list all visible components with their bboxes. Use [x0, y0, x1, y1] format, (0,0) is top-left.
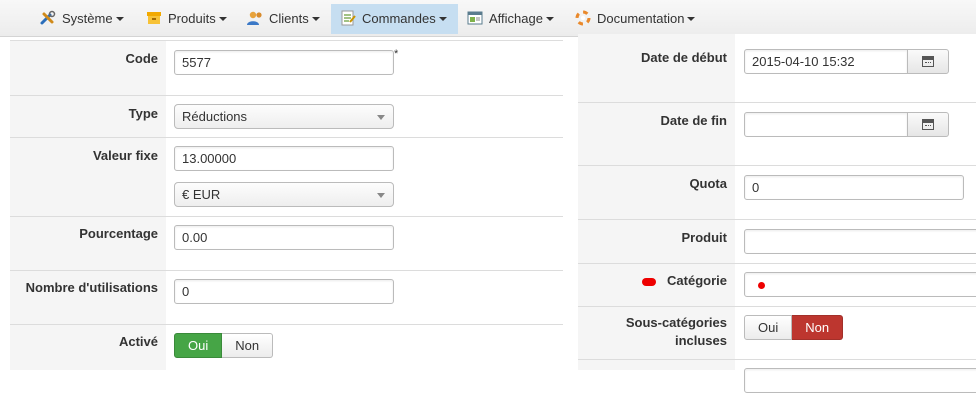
next-row-input[interactable] — [744, 368, 976, 393]
chevron-down-icon — [438, 17, 447, 21]
date-debut-input[interactable]: 2015-04-10 15:32 — [744, 49, 908, 74]
menu-affichage[interactable]: Affichage — [460, 4, 562, 34]
menu-systeme[interactable]: Système — [33, 4, 132, 34]
sous-categories-label-line1: Sous-catégories — [625, 315, 727, 330]
users-icon — [247, 11, 262, 25]
quota-input[interactable]: 0 — [744, 175, 964, 200]
next-row-partial — [578, 360, 976, 393]
tools-icon — [40, 10, 56, 25]
categorie-label: Catégorie — [667, 273, 727, 288]
menu-clients[interactable]: Clients — [240, 4, 328, 34]
type-select[interactable]: Réductions — [174, 104, 394, 129]
menu-produits[interactable]: Produits — [139, 4, 235, 34]
coupon-form-left: Code 5577 * Type Réductions Valeur fixe … — [10, 40, 563, 370]
chevron-down-icon — [311, 17, 320, 21]
menu-produits-label: Produits — [168, 11, 216, 26]
produit-label: Produit — [681, 230, 728, 245]
sous-categories-label-line2: incluses — [674, 333, 727, 348]
type-select-value: Réductions — [182, 109, 248, 124]
sous-categories-toggle: Oui Non — [744, 315, 844, 340]
produit-input[interactable] — [744, 229, 976, 254]
chevron-down-icon — [545, 17, 554, 21]
date-debut-calendar-button[interactable] — [907, 49, 949, 74]
type-label: Type — [128, 106, 158, 121]
menu-systeme-label: Système — [62, 11, 113, 26]
date-debut-label: Date de début — [641, 50, 727, 65]
quota-row: Quota 0 — [578, 166, 976, 220]
required-pill-icon — [642, 278, 656, 286]
chevron-down-icon — [115, 17, 124, 21]
pourcentage-row: Pourcentage 0.00 — [10, 217, 563, 271]
pourcentage-label: Pourcentage — [79, 226, 158, 241]
active-toggle: Oui Non — [174, 333, 274, 358]
date-fin-calendar-button[interactable] — [907, 112, 949, 137]
date-debut-row: Date de début 2015-04-10 15:32 — [578, 34, 976, 103]
currency-select-value: € EUR — [182, 187, 221, 202]
chevron-down-icon — [218, 17, 227, 21]
menu-commandes-label: Commandes — [362, 11, 436, 26]
currency-select[interactable]: € EUR — [174, 182, 394, 207]
menu-documentation-label: Documentation — [597, 11, 685, 26]
pourcentage-input[interactable]: 0.00 — [174, 225, 394, 250]
date-fin-input[interactable] — [744, 112, 908, 137]
valeur-fixe-input[interactable]: 13.00000 — [174, 146, 394, 171]
menu-documentation[interactable]: Documentation — [568, 4, 703, 34]
produit-row: Produit — [578, 220, 976, 264]
nombre-utilisations-row: Nombre d'utilisations 0 — [10, 271, 563, 325]
dropdown-arrow-icon — [377, 193, 385, 198]
sous-categories-row: Sous-catégories incluses Oui Non — [578, 307, 976, 360]
active-no-button[interactable]: Non — [222, 333, 274, 358]
required-marker: * — [394, 48, 399, 60]
sous-categories-no-button[interactable]: Non — [792, 315, 844, 340]
valeur-fixe-row: Valeur fixe 13.00000 € EUR — [10, 138, 563, 217]
box-icon — [147, 12, 161, 24]
active-row: Activé Oui Non — [10, 325, 563, 371]
top-menu-bar: Système Produits Clients Commandes Affic… — [0, 0, 976, 37]
sous-categories-yes-button[interactable]: Oui — [744, 315, 793, 340]
lifebuoy-icon — [575, 10, 591, 26]
type-row: Type Réductions — [10, 96, 563, 138]
active-label: Activé — [118, 334, 158, 349]
sous-categories-label: Sous-catégories incluses — [626, 314, 727, 350]
calendar-icon — [922, 56, 934, 67]
chevron-down-icon — [687, 17, 696, 21]
active-yes-button[interactable]: Oui — [174, 333, 223, 358]
code-row: Code 5577 * — [10, 41, 563, 96]
categorie-row: Catégorie — [578, 264, 976, 307]
code-input[interactable]: 5577 — [174, 50, 394, 75]
nombre-utilisations-label: Nombre d'utilisations — [25, 280, 158, 295]
menu-clients-label: Clients — [269, 11, 309, 26]
date-fin-row: Date de fin — [578, 103, 976, 166]
code-label: Code — [125, 51, 159, 66]
date-fin-label: Date de fin — [660, 113, 727, 128]
categorie-input[interactable] — [744, 272, 976, 297]
display-icon — [467, 11, 483, 25]
orders-icon — [341, 10, 356, 26]
menu-commandes[interactable]: Commandes — [331, 4, 458, 34]
quota-label: Quota — [689, 176, 727, 191]
dropdown-arrow-icon — [377, 115, 385, 120]
nombre-utilisations-input[interactable]: 0 — [174, 279, 394, 304]
coupon-form-right: Date de début 2015-04-10 15:32 Date de f… — [578, 34, 976, 393]
valeur-fixe-label: Valeur fixe — [92, 148, 158, 163]
required-dot-icon — [758, 282, 765, 289]
calendar-icon — [922, 119, 934, 130]
menu-affichage-label: Affichage — [489, 11, 543, 26]
